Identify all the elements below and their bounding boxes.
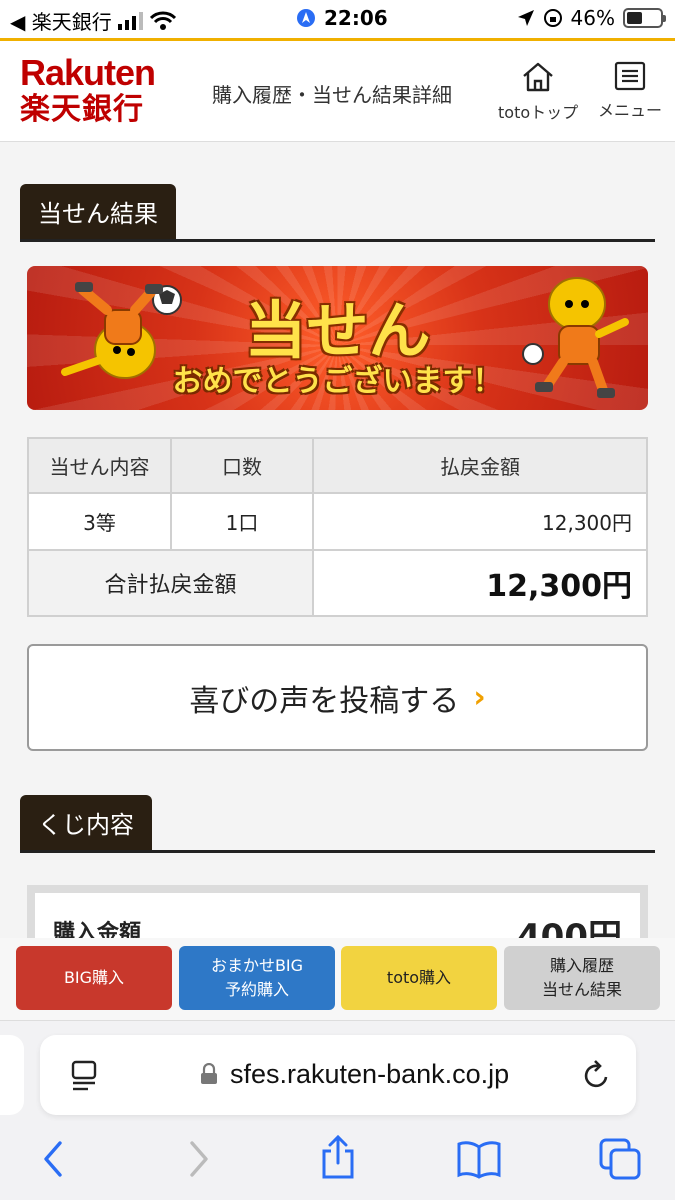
signal-icon — [117, 11, 143, 30]
clock: 22:06 — [324, 6, 388, 30]
toto-purchase-button[interactable]: toto購入 — [341, 946, 497, 1010]
menu-button[interactable]: メニュー — [598, 61, 662, 121]
post-voice-label: 喜びの声を投稿する — [189, 683, 460, 719]
forward-icon[interactable] — [186, 1139, 212, 1179]
share-icon[interactable] — [318, 1133, 358, 1181]
home-icon — [523, 62, 553, 92]
address-bar[interactable]: sfes.rakuten-bank.co.jp — [40, 1035, 636, 1115]
page-title: 購入履歴・当せん結果詳細 — [212, 83, 452, 107]
navigation-active-icon — [297, 9, 315, 27]
previous-tab-peek[interactable] — [0, 1035, 24, 1115]
win-banner: 当せん おめでとうございます！ — [27, 266, 648, 410]
logo-text-latin: Rakuten — [20, 52, 156, 93]
col-header-content: 当せん内容 — [27, 437, 172, 494]
lottery-section-heading: くじ内容 — [20, 795, 655, 853]
omakase-label-line1: おまかせBIG — [210, 956, 304, 975]
table-row: 3等 1口 12,300円 — [27, 492, 648, 551]
logo-text-kanji: 楽天銀行 — [20, 93, 144, 126]
history-results-button[interactable]: 購入履歴 当せん結果 — [504, 946, 660, 1010]
toto-top-label: totoトップ — [498, 103, 579, 122]
history-label-line1: 購入履歴 — [549, 956, 614, 975]
lottery-heading-tab: くじ内容 — [20, 795, 152, 850]
big-purchase-button[interactable]: BIG購入 — [16, 946, 172, 1010]
cell-ticket-count: 1口 — [170, 492, 314, 551]
total-payout-amount: 12,300円 — [312, 549, 648, 617]
rakuten-bank-logo[interactable]: Rakuten 楽天銀行 — [20, 52, 156, 129]
status-bar: ◀ 楽天銀行 22:06 46% — [0, 0, 675, 38]
menu-icon — [614, 61, 646, 91]
winning-result-table: 当せん内容 口数 払戻金額 3等 1口 12,300円 合計払戻金額 12,30… — [27, 437, 648, 617]
post-voice-button[interactable]: 喜びの声を投稿する › — [27, 644, 648, 751]
reload-icon[interactable] — [582, 1057, 612, 1091]
big-purchase-label: BIG購入 — [63, 968, 125, 987]
lock-icon — [201, 1063, 217, 1084]
cell-prize-rank: 3等 — [27, 492, 172, 551]
rotation-lock-icon — [543, 9, 562, 27]
banner-message: おめでとうございます！ — [172, 364, 503, 399]
total-row: 合計払戻金額 12,300円 — [27, 549, 648, 617]
omakase-big-reserve-button[interactable]: おまかせBIG 予約購入 — [179, 946, 335, 1010]
browser-toolbar: sfes.rakuten-bank.co.jp — [0, 1020, 675, 1200]
battery-icon — [623, 8, 666, 28]
table-header-row: 当せん内容 口数 払戻金額 — [27, 437, 648, 494]
back-icon[interactable] — [40, 1139, 66, 1179]
site-header: Rakuten 楽天銀行 購入履歴・当せん結果詳細 totoトップ メニュー — [0, 38, 675, 142]
page-menu-icon[interactable] — [70, 1059, 100, 1091]
col-header-count: 口数 — [170, 437, 314, 494]
omakase-label-line2: 予約購入 — [224, 980, 289, 999]
purchase-card: 購入金額 400円 — [27, 885, 648, 945]
history-label-line2: 当せん結果 — [541, 980, 622, 999]
col-header-amount: 払戻金額 — [312, 437, 648, 494]
cell-payout-amount: 12,300円 — [312, 492, 648, 551]
battery-percent: 46% — [570, 6, 615, 30]
result-section-heading: 当せん結果 — [20, 184, 655, 242]
total-payout-label: 合計払戻金額 — [27, 549, 314, 617]
toto-top-button[interactable]: totoトップ — [498, 61, 578, 123]
bookmarks-icon[interactable] — [456, 1139, 502, 1179]
toto-purchase-label: toto購入 — [386, 968, 452, 987]
location-icon — [517, 10, 534, 26]
url-text: sfes.rakuten-bank.co.jp — [230, 1059, 510, 1089]
back-to-app-link[interactable]: ◀ 楽天銀行 — [10, 6, 112, 35]
menu-label: メニュー — [598, 101, 663, 120]
chevron-right-icon: › — [473, 680, 486, 715]
tabs-icon[interactable] — [598, 1137, 644, 1181]
result-heading-tab: 当せん結果 — [20, 184, 176, 239]
action-bar: BIG購入 おまかせBIG 予約購入 toto購入 購入履歴 当せん結果 — [0, 938, 675, 1020]
wifi-icon — [149, 11, 176, 30]
